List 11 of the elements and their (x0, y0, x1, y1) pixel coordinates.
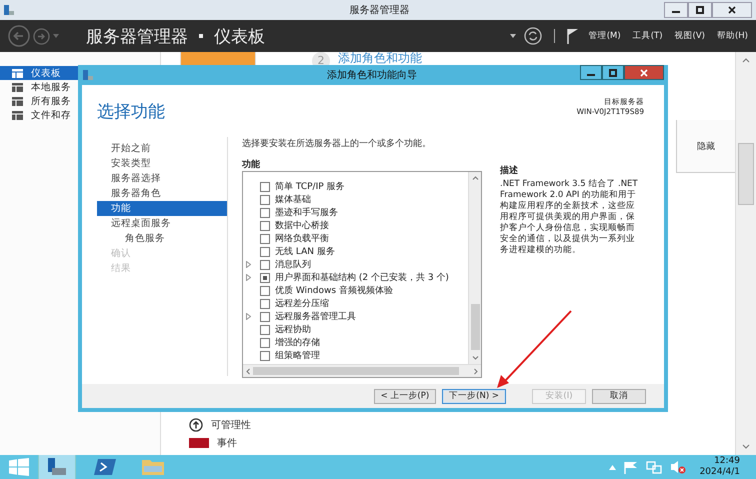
breadcrumb: 仪表板 (214, 26, 265, 48)
breadcrumb: 服务器管理器 (86, 26, 188, 48)
page-heading: 选择功能 (97, 101, 165, 123)
clock-time: 12:49 (714, 456, 740, 467)
clock-date: 2024/4/1 (700, 467, 740, 478)
features-heading: 功能 (242, 158, 261, 171)
window-title: 服务器管理器 (348, 4, 410, 17)
description-text: .NET Framework 3.5 结合了 .NET Framework 2.0 API 的功能和用于构建应用程序的全新技术，这些应用程序可提供美观的用户界面，保护客户个人身份信息，实现顺畅而安全的通信，以及提供为一系列业务进程建模的功能。 (500, 179, 639, 256)
dialog-title: 添加角色和功能向导 (326, 68, 418, 82)
instruction-text: 选择要安装在所选服务器上的一个或多个功能。 (242, 138, 432, 150)
description-heading: 描述 (500, 166, 518, 176)
